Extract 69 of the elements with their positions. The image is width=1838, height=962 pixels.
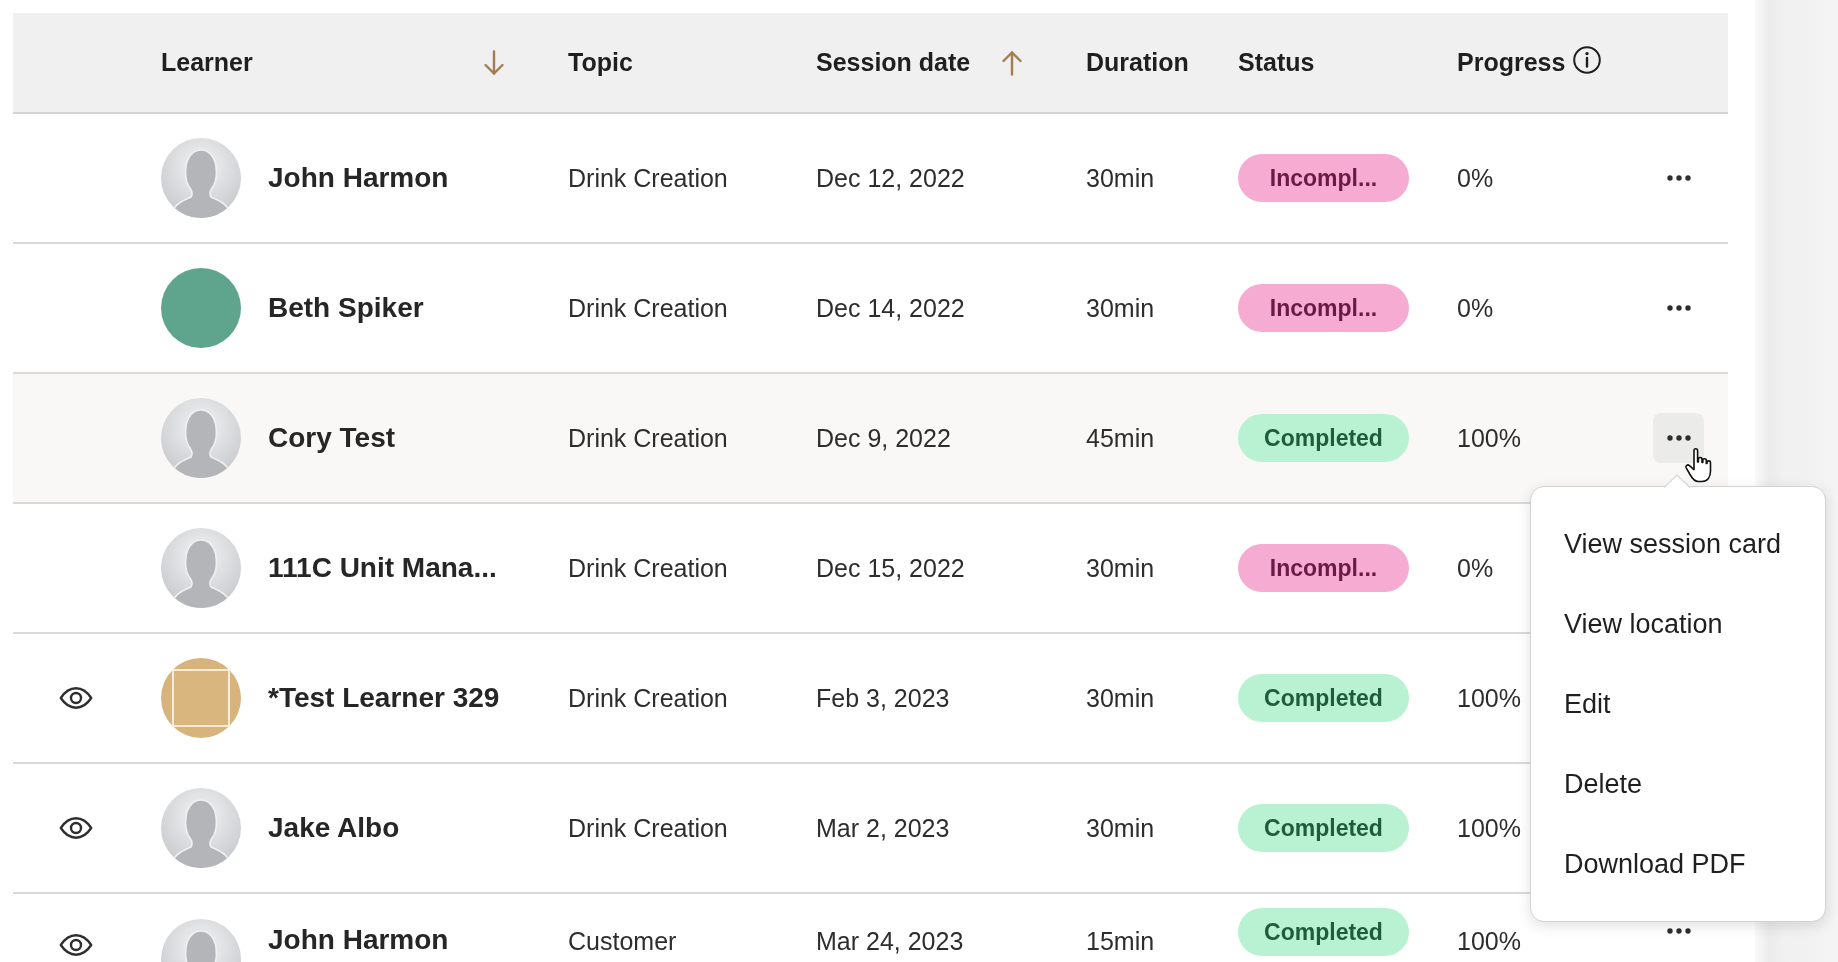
learner-name[interactable]: John Harmon: [268, 162, 449, 194]
duration-text: 45min: [1086, 423, 1155, 453]
column-title[interactable]: Status: [1238, 48, 1315, 77]
session-date: Feb 3, 2023: [816, 683, 950, 713]
status-badge: Incompl...: [1238, 544, 1409, 592]
eye-icon[interactable]: [59, 934, 93, 956]
session-date: Dec 15, 2022: [816, 553, 965, 583]
arrow-down-icon[interactable]: [483, 49, 505, 76]
column-title[interactable]: Session date: [816, 48, 971, 77]
menu-item[interactable]: Download PDF: [1531, 824, 1825, 904]
topic-text: Drink Creation: [568, 683, 728, 713]
learner-name[interactable]: John Harmon: [268, 924, 449, 956]
arrow-up-icon[interactable]: [1001, 49, 1023, 76]
progress-value: 100%: [1457, 813, 1521, 843]
eye-icon[interactable]: [59, 817, 93, 839]
topic-text: Drink Creation: [568, 423, 728, 453]
user-avatar-icon: [161, 788, 241, 868]
ellipsis-icon: [1666, 928, 1691, 934]
duration-text: 15min: [1086, 927, 1155, 956]
progress-value: 100%: [1457, 683, 1521, 713]
user-avatar-icon: [161, 138, 241, 218]
duration-text: 30min: [1086, 553, 1155, 583]
progress-value: 0%: [1457, 293, 1494, 323]
ellipsis-icon: [1666, 175, 1691, 181]
status-badge: Completed: [1238, 414, 1409, 462]
column-title[interactable]: Learner: [161, 48, 253, 77]
menu-item[interactable]: View session card: [1531, 504, 1825, 584]
info-icon[interactable]: [1573, 45, 1602, 74]
progress-value: 100%: [1457, 927, 1521, 956]
session-date: Dec 14, 2022: [816, 293, 965, 323]
progress-value: 0%: [1457, 163, 1494, 193]
menu-item[interactable]: Edit: [1531, 664, 1825, 744]
duration-text: 30min: [1086, 813, 1155, 843]
column-title[interactable]: Topic: [568, 48, 633, 77]
duration-text: 30min: [1086, 293, 1155, 323]
menu-item[interactable]: View location: [1531, 584, 1825, 664]
user-avatar-icon: [161, 398, 241, 478]
status-badge: Completed: [1238, 804, 1409, 852]
column-title[interactable]: Progress: [1457, 48, 1566, 77]
eye-icon[interactable]: [59, 687, 93, 709]
session-date: Dec 12, 2022: [816, 163, 965, 193]
column-title[interactable]: Duration: [1086, 48, 1189, 77]
session-date: Dec 9, 2022: [816, 423, 951, 453]
duration-text: 30min: [1086, 163, 1155, 193]
session-date: Mar 24, 2023: [816, 927, 964, 956]
topic-text: Drink Creation: [568, 293, 728, 323]
topic-text: Customer: [568, 927, 677, 956]
learner-name[interactable]: 111C Unit Mana...: [268, 552, 497, 584]
status-badge: Incompl...: [1238, 154, 1409, 202]
menu-item[interactable]: Delete: [1531, 744, 1825, 824]
learner-name[interactable]: Beth Spiker: [268, 292, 424, 324]
topic-text: Drink Creation: [568, 553, 728, 583]
progress-value: 100%: [1457, 423, 1521, 453]
ellipsis-icon: [1666, 435, 1691, 441]
learner-name[interactable]: Cory Test: [268, 422, 396, 454]
status-badge: Completed: [1238, 674, 1409, 722]
learner-name[interactable]: *Test Learner 329: [268, 682, 500, 714]
session-date: Mar 2, 2023: [816, 813, 950, 843]
progress-value: 0%: [1457, 553, 1494, 583]
status-badge: Completed: [1238, 908, 1409, 956]
ellipsis-icon: [1666, 305, 1691, 311]
hand-cursor-icon: [1684, 447, 1714, 483]
topic-text: Drink Creation: [568, 813, 728, 843]
topic-text: Drink Creation: [568, 163, 728, 193]
status-badge: Incompl...: [1238, 284, 1409, 332]
user-avatar-icon: [161, 528, 241, 608]
user-avatar-icon: [161, 919, 241, 962]
learner-name[interactable]: Jake Albo: [268, 812, 400, 844]
duration-text: 30min: [1086, 683, 1155, 713]
